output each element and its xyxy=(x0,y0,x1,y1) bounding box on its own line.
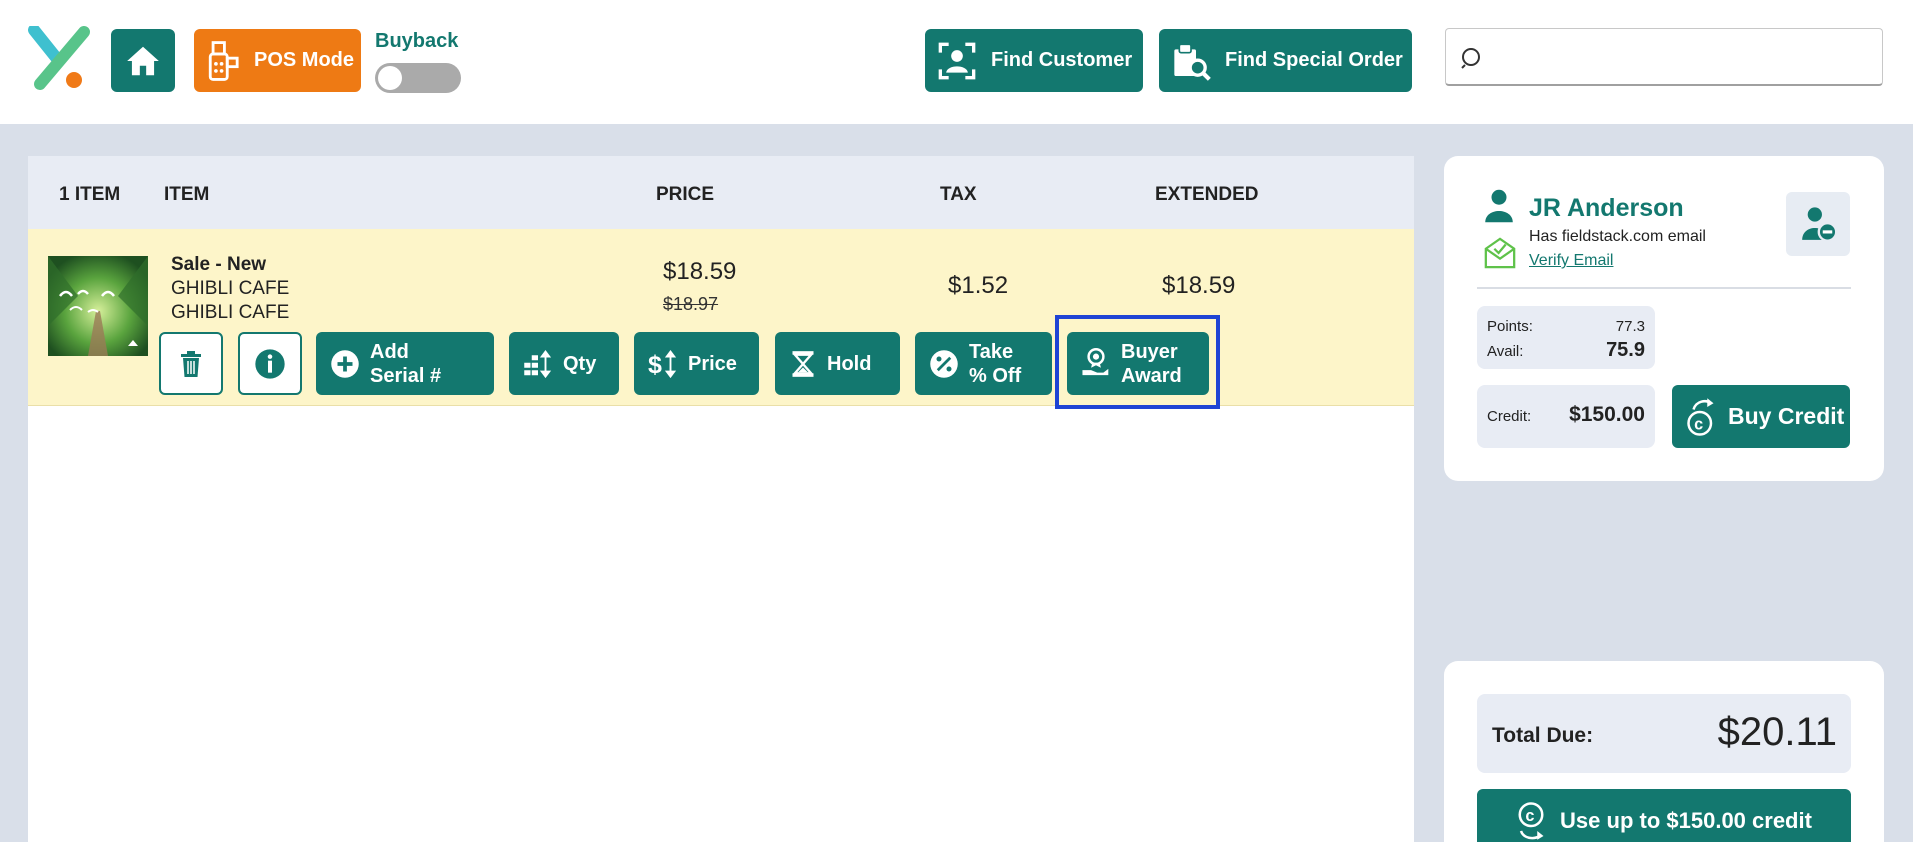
svg-text:$: $ xyxy=(648,350,662,378)
pos-terminal-icon xyxy=(208,40,239,81)
total-due-value: $20.11 xyxy=(1717,710,1837,754)
credit-label: Credit: xyxy=(1487,408,1532,425)
buy-credit-button[interactable]: c Buy Credit xyxy=(1672,385,1850,448)
cart-panel: 1 ITEM ITEM PRICE TAX EXTENDED Sale - Ne… xyxy=(28,156,1414,842)
item-subtitle: GHIBLI CAFE xyxy=(171,302,290,323)
customer-name[interactable]: JR Anderson xyxy=(1529,194,1684,223)
email-icon xyxy=(1484,237,1516,269)
take-percent-off-button[interactable]: Take % Off xyxy=(915,332,1052,395)
cart-header: 1 ITEM ITEM PRICE TAX EXTENDED xyxy=(28,156,1414,229)
add-serial-label: Add Serial # xyxy=(370,340,442,387)
price-button[interactable]: $ Price xyxy=(634,332,759,395)
search-input[interactable] xyxy=(1498,39,1868,75)
credit-value: $150.00 xyxy=(1569,403,1645,426)
points-label: Points: xyxy=(1487,318,1533,335)
item-description: Sale - New GHIBLI CAFE GHIBLI CAFE xyxy=(171,253,289,325)
percent-icon xyxy=(930,349,958,378)
find-special-order-label: Find Special Order xyxy=(1225,49,1403,71)
avail-label: Avail: xyxy=(1487,343,1524,360)
total-due-label: Total Due: xyxy=(1492,724,1594,747)
item-title: GHIBLI CAFE xyxy=(171,278,290,299)
svg-text:c: c xyxy=(1694,415,1703,433)
pos-mode-button[interactable]: POS Mode xyxy=(194,29,361,92)
home-button[interactable] xyxy=(111,29,175,92)
item-type: Sale - New xyxy=(171,254,267,275)
points-value: 77.3 xyxy=(1615,318,1645,335)
price-adjust-icon: $ xyxy=(648,349,677,378)
search-icon xyxy=(1461,48,1480,69)
tax-column-header: TAX xyxy=(940,184,977,205)
total-due-box: Total Due: $20.11 xyxy=(1477,694,1851,773)
item-tax: $1.52 xyxy=(948,272,1009,299)
item-price: $18.59 xyxy=(663,258,737,285)
buyback-label: Buyback xyxy=(375,30,459,52)
app-logo[interactable] xyxy=(28,24,92,92)
buyback-control: Buyback xyxy=(375,30,461,93)
item-column-header: ITEM xyxy=(164,184,210,205)
price-column-header: PRICE xyxy=(656,184,715,205)
take-percent-off-label: Take % Off xyxy=(969,340,1022,387)
pos-mode-label: POS Mode xyxy=(254,49,355,71)
qty-button[interactable]: Qty xyxy=(509,332,619,395)
customer-icon xyxy=(1485,189,1513,223)
item-original-price: $18.97 xyxy=(663,294,719,314)
extended-column-header: EXTENDED xyxy=(1155,184,1259,205)
credit-coin-icon: c xyxy=(1687,397,1714,436)
item-thumbnail xyxy=(48,256,148,356)
svg-text:c: c xyxy=(1525,807,1534,825)
buyback-toggle[interactable] xyxy=(375,63,461,93)
points-box: Points: 77.3 Avail: 75.9 xyxy=(1477,306,1655,369)
home-icon xyxy=(127,46,159,75)
toggle-knob xyxy=(378,66,402,90)
quantity-icon xyxy=(524,349,552,378)
item-extended: $18.59 xyxy=(1162,272,1236,299)
item-count-header: 1 ITEM xyxy=(59,184,121,205)
customer-email-status: Has fieldstack.com email xyxy=(1529,228,1706,245)
plus-circle-icon xyxy=(331,349,359,378)
hourglass-icon xyxy=(792,350,814,377)
item-info-button[interactable] xyxy=(238,332,302,395)
use-credit-button[interactable]: c Use up to $150.00 credit xyxy=(1477,789,1851,842)
order-search-icon xyxy=(1174,43,1211,81)
info-icon xyxy=(255,348,285,379)
qty-label: Qty xyxy=(563,352,597,375)
credit-coin-icon: c xyxy=(1518,801,1544,840)
trash-icon xyxy=(181,350,201,377)
credit-box: Credit: $150.00 xyxy=(1477,385,1655,448)
hold-button[interactable]: Hold xyxy=(775,332,900,395)
top-bar: POS Mode Buyback Find Customer Find Spec… xyxy=(0,0,1913,124)
avail-value: 75.9 xyxy=(1606,339,1645,361)
buy-credit-label: Buy Credit xyxy=(1728,403,1845,429)
price-label: Price xyxy=(688,352,737,375)
find-customer-button[interactable]: Find Customer xyxy=(925,29,1143,92)
customer-divider xyxy=(1477,287,1851,289)
find-customer-label: Find Customer xyxy=(991,49,1133,71)
buyer-award-focus-outline xyxy=(1055,315,1220,409)
find-special-order-button[interactable]: Find Special Order xyxy=(1159,29,1412,92)
add-serial-button[interactable]: Add Serial # xyxy=(316,332,494,395)
search-box xyxy=(1445,28,1883,86)
delete-item-button[interactable] xyxy=(159,332,223,395)
verify-email-link[interactable]: Verify Email xyxy=(1529,252,1613,270)
totals-card: Total Due: $20.11 c Use up to $150.00 cr… xyxy=(1444,661,1884,842)
use-credit-label: Use up to $150.00 credit xyxy=(1560,807,1812,833)
customer-scan-icon xyxy=(938,42,976,79)
remove-customer-button[interactable] xyxy=(1786,192,1850,256)
user-remove-icon xyxy=(1802,207,1837,242)
customer-card: JR Anderson Has fieldstack.com email Ver… xyxy=(1444,156,1884,481)
hold-label: Hold xyxy=(827,352,872,375)
